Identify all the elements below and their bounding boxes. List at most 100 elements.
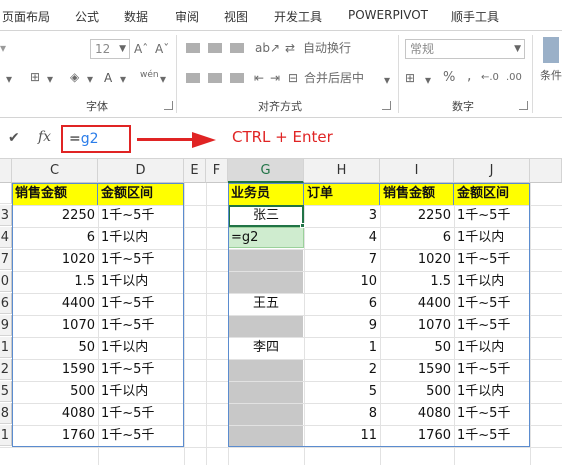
- blank-selected-cell[interactable]: [229, 360, 303, 381]
- column-header-j[interactable]: J: [454, 159, 530, 183]
- blank-selected-cell[interactable]: [229, 272, 303, 293]
- table-cell[interactable]: 6: [12, 227, 98, 248]
- table-cell[interactable]: 1千以内: [454, 337, 530, 358]
- underline-dropdown-arrow[interactable]: ▾: [6, 72, 12, 86]
- insert-function-icon[interactable]: fx: [38, 129, 51, 145]
- formula-input[interactable]: =g2: [61, 125, 131, 153]
- table-cell[interactable]: 1千以内: [98, 227, 184, 248]
- table-cell[interactable]: 1020: [12, 249, 98, 270]
- font-color-icon[interactable]: A: [104, 71, 112, 85]
- table-cell[interactable]: 1千~5千: [98, 359, 184, 380]
- table-cell[interactable]: 1千以内: [454, 227, 530, 248]
- table-cell[interactable]: 11: [304, 425, 380, 446]
- table-cell[interactable]: 2: [304, 359, 380, 380]
- tab-page-layout[interactable]: 页面布局: [2, 8, 50, 25]
- blank-selected-cell[interactable]: [229, 426, 303, 447]
- table-cell[interactable]: 500: [380, 381, 454, 402]
- table-cell[interactable]: 1.5: [380, 271, 454, 292]
- right-header-sales-amount[interactable]: 销售金额: [380, 183, 454, 205]
- decrease-decimal-icon[interactable]: .00: [506, 71, 522, 85]
- worksheet-grid[interactable]: 3 4 7 0 6 9 1 2 5 8 1 销售金额 金额区间 2250 1千~…: [0, 183, 562, 465]
- table-cell[interactable]: 2250: [380, 205, 454, 226]
- font-color-dropdown-arrow[interactable]: ▾: [120, 72, 126, 86]
- align-right-icon[interactable]: [230, 73, 244, 83]
- table-cell[interactable]: 1千~5千: [454, 249, 530, 270]
- alignment-dialog-launcher-icon[interactable]: [382, 101, 391, 110]
- phonetic-dropdown-arrow[interactable]: ▾: [160, 72, 166, 86]
- tab-data[interactable]: 数据: [124, 8, 148, 25]
- font-shrink-icon[interactable]: Aˇ: [155, 42, 169, 56]
- table-cell[interactable]: 1千以内: [98, 337, 184, 358]
- table-cell[interactable]: 4: [304, 227, 380, 248]
- font-size-combo[interactable]: 12 ▼: [90, 39, 130, 59]
- table-cell[interactable]: 1千以内: [454, 381, 530, 402]
- table-cell[interactable]: 4080: [380, 403, 454, 424]
- table-cell[interactable]: 1千~5千: [98, 425, 184, 446]
- checkmark-icon[interactable]: ✔: [8, 130, 20, 146]
- left-header-amount-range[interactable]: 金额区间: [98, 183, 184, 205]
- table-cell[interactable]: 50: [12, 337, 98, 358]
- wrap-text-icon[interactable]: ⇄: [285, 41, 295, 55]
- right-header-amount-range[interactable]: 金额区间: [454, 183, 530, 205]
- conditional-formatting-label[interactable]: 条件: [540, 69, 562, 83]
- table-cell[interactable]: 1千~5千: [454, 359, 530, 380]
- right-header-salesperson[interactable]: 业务员: [228, 183, 304, 205]
- table-cell[interactable]: 1千~5千: [98, 249, 184, 270]
- table-cell[interactable]: 1590: [12, 359, 98, 380]
- align-center-icon[interactable]: [208, 73, 222, 83]
- table-cell[interactable]: 50: [380, 337, 454, 358]
- column-header-e[interactable]: E: [184, 159, 206, 183]
- number-format-combo[interactable]: 常规 ▼: [405, 39, 525, 59]
- align-top-icon[interactable]: [186, 43, 200, 53]
- fill-color-dropdown-arrow[interactable]: ▾: [87, 72, 93, 86]
- increase-decimal-icon[interactable]: ←.0: [481, 71, 499, 85]
- column-header-d[interactable]: D: [98, 159, 184, 183]
- table-cell[interactable]: 500: [12, 381, 98, 402]
- table-cell[interactable]: 6: [380, 227, 454, 248]
- fill-color-icon[interactable]: ◈: [70, 70, 79, 84]
- align-middle-icon[interactable]: [208, 43, 222, 53]
- borders-dropdown-arrow[interactable]: ▾: [47, 72, 53, 86]
- table-cell[interactable]: 4080: [12, 403, 98, 424]
- table-cell[interactable]: 1千以内: [98, 381, 184, 402]
- merge-cells-icon[interactable]: ⊟: [288, 71, 298, 85]
- column-header-g[interactable]: G: [228, 159, 304, 183]
- active-cell-g[interactable]: =g2: [228, 227, 304, 248]
- decrease-indent-icon[interactable]: ⇤: [254, 71, 264, 85]
- table-cell[interactable]: 1千~5千: [454, 403, 530, 424]
- currency-format-icon[interactable]: ⊞: [405, 71, 415, 85]
- table-cell[interactable]: 1: [304, 337, 380, 358]
- orientation-icon[interactable]: ab↗: [255, 41, 280, 55]
- table-cell[interactable]: 1千~5千: [454, 425, 530, 446]
- table-cell[interactable]: 1千以内: [454, 271, 530, 292]
- merge-dropdown-arrow[interactable]: ▾: [384, 73, 390, 87]
- conditional-formatting-icon[interactable]: [543, 37, 559, 63]
- tab-review[interactable]: 审阅: [175, 8, 199, 25]
- column-header-h[interactable]: H: [304, 159, 380, 183]
- salesperson-cell[interactable]: 李四: [228, 337, 304, 358]
- table-cell[interactable]: 3: [304, 205, 380, 226]
- table-cell[interactable]: 1070: [380, 315, 454, 336]
- left-header-sales-amount[interactable]: 销售金额: [12, 183, 98, 205]
- tab-developer[interactable]: 开发工具: [274, 8, 322, 25]
- table-cell[interactable]: 9: [304, 315, 380, 336]
- tab-formulas[interactable]: 公式: [75, 8, 99, 25]
- blank-selected-cell[interactable]: [229, 404, 303, 425]
- table-cell[interactable]: 1千~5千: [454, 315, 530, 336]
- table-cell[interactable]: 1.5: [12, 271, 98, 292]
- align-bottom-icon[interactable]: [230, 43, 244, 53]
- column-header-i[interactable]: I: [380, 159, 454, 183]
- table-cell[interactable]: 2250: [12, 205, 98, 226]
- comma-style-icon[interactable]: ,: [467, 69, 471, 83]
- table-cell[interactable]: 8: [304, 403, 380, 424]
- blank-selected-cell[interactable]: [229, 382, 303, 403]
- table-cell[interactable]: 7: [304, 249, 380, 270]
- table-cell[interactable]: 1020: [380, 249, 454, 270]
- table-cell[interactable]: 1070: [12, 315, 98, 336]
- table-cell[interactable]: 1760: [380, 425, 454, 446]
- tab-view[interactable]: 视图: [224, 8, 248, 25]
- salesperson-cell[interactable]: 张三: [228, 205, 304, 226]
- salesperson-cell[interactable]: 王五: [228, 293, 304, 314]
- increase-indent-icon[interactable]: ⇥: [270, 71, 280, 85]
- right-header-order[interactable]: 订单: [304, 183, 380, 205]
